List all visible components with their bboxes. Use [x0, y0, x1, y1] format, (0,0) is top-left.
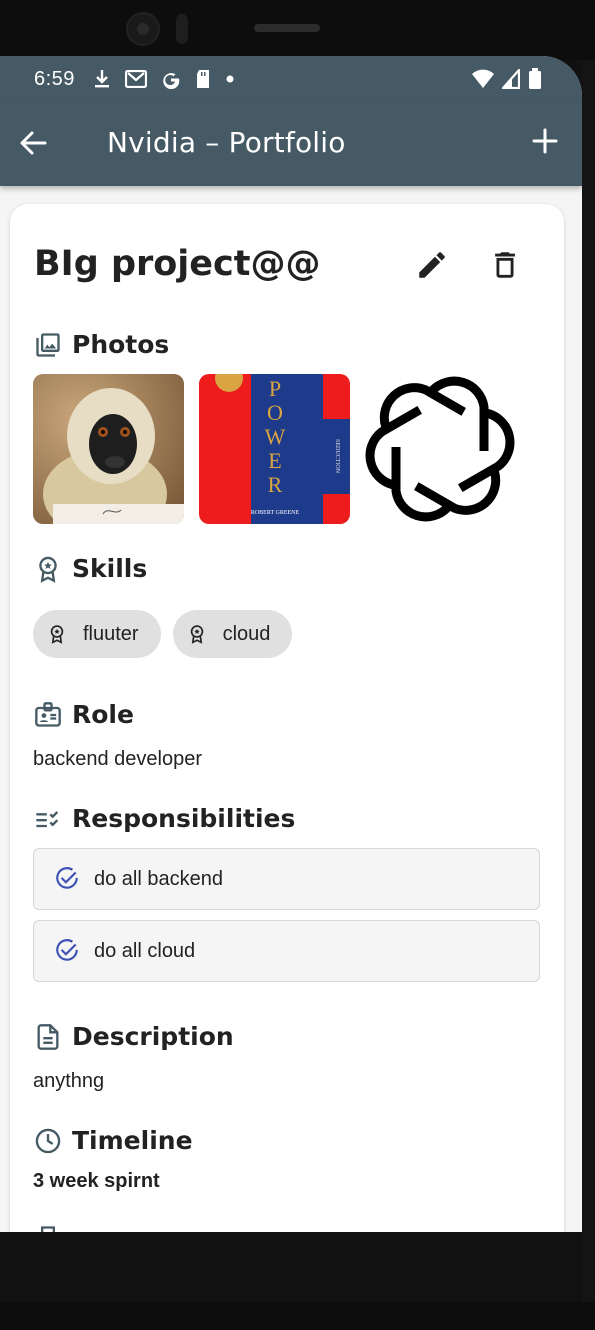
award-icon: [190, 625, 203, 644]
front-camera: [126, 12, 160, 46]
status-time: 6:59: [34, 67, 75, 90]
battery-icon: [529, 68, 541, 89]
plus-icon[interactable]: [530, 126, 560, 156]
skills-chips: fluuter cloud: [33, 610, 293, 658]
sd-card-icon: [196, 70, 209, 88]
project-title: BIg project@@: [34, 244, 321, 284]
description-label: Description: [72, 1022, 234, 1051]
trash-icon[interactable]: [488, 248, 522, 282]
app-bar-title: Nvidia – Portfolio: [107, 126, 346, 159]
skills-label: Skills: [72, 554, 148, 583]
award-icon: [39, 556, 57, 583]
project-card: BIg project@@ Photos P O W E R ROBERT GR…: [10, 204, 564, 1232]
power-book-cover[interactable]: POWER ROBERT GREENE SEDUCTION: [199, 374, 350, 524]
skill-chip[interactable]: cloud: [172, 610, 293, 658]
responsibility-item: do all backend: [33, 848, 540, 910]
photo-gallery: POWER ROBERT GREENE SEDUCTION: [33, 374, 516, 524]
timeline-value: 3 week spirnt: [33, 1170, 160, 1192]
timeline-label: Timeline: [72, 1126, 193, 1155]
role-header: Role: [34, 700, 134, 729]
skills-header: Skills: [34, 554, 147, 583]
skill-chip[interactable]: fluuter: [33, 610, 161, 658]
badge-icon: [35, 701, 61, 727]
photos-header: Photos: [34, 330, 169, 359]
dot-icon: [226, 75, 234, 83]
responsibility-text: do all cloud: [94, 939, 196, 962]
phone-top-bezel: [0, 0, 595, 60]
role-value: backend developer: [33, 748, 203, 770]
phone-bottom-bezel: [0, 1302, 595, 1330]
book-spine-text: SEDUCTION: [334, 439, 340, 474]
next-section-header: [34, 1224, 62, 1232]
book-author: ROBERT GREENE: [251, 510, 300, 516]
status-bar: 6:59: [0, 56, 582, 102]
check-circle-icon: [56, 939, 78, 961]
phone-side-edge: [582, 60, 595, 1302]
checklist-icon: [36, 810, 59, 827]
photos-label: Photos: [72, 330, 170, 359]
description-value: anythng: [33, 1070, 105, 1092]
responsibilities-header: Responsibilities: [34, 804, 295, 833]
monkey-photo[interactable]: [33, 374, 184, 524]
proximity-sensor: [176, 14, 188, 44]
description-header: Description: [34, 1022, 234, 1051]
google-icon: [163, 73, 180, 89]
system-icons: [472, 68, 542, 90]
photo-library-icon: [36, 332, 60, 357]
timeline-header: Timeline: [34, 1126, 193, 1155]
responsibility-item: do all cloud: [33, 920, 540, 982]
skill-chip-label: fluuter: [83, 622, 139, 645]
app-bar: Nvidia – Portfolio: [0, 102, 582, 186]
award-icon: [50, 625, 64, 644]
role-label: Role: [72, 700, 134, 729]
download-icon: [94, 70, 109, 88]
responsibility-text: do all backend: [94, 867, 223, 890]
responsibilities-label: Responsibilities: [72, 804, 296, 833]
openai-logo[interactable]: [365, 374, 516, 524]
check-circle-icon: [56, 867, 78, 889]
arrow-back-icon[interactable]: [18, 128, 48, 158]
skill-chip-label: cloud: [222, 622, 271, 645]
trophy-icon: [41, 1226, 55, 1232]
pencil-icon[interactable]: [415, 248, 449, 282]
document-icon: [37, 1023, 59, 1050]
gmail-icon: [124, 70, 147, 88]
clock-icon: [35, 1128, 61, 1153]
wifi-icon: [472, 69, 494, 88]
earpiece-speaker: [254, 24, 320, 32]
screen: 6:59 Nvidia – Portfolio BIg project@@ Ph…: [0, 56, 582, 1232]
phone-frame: 6:59 Nvidia – Portfolio BIg project@@ Ph…: [0, 0, 595, 1330]
notification-icons: [93, 69, 235, 89]
signal-icon: [502, 69, 520, 89]
